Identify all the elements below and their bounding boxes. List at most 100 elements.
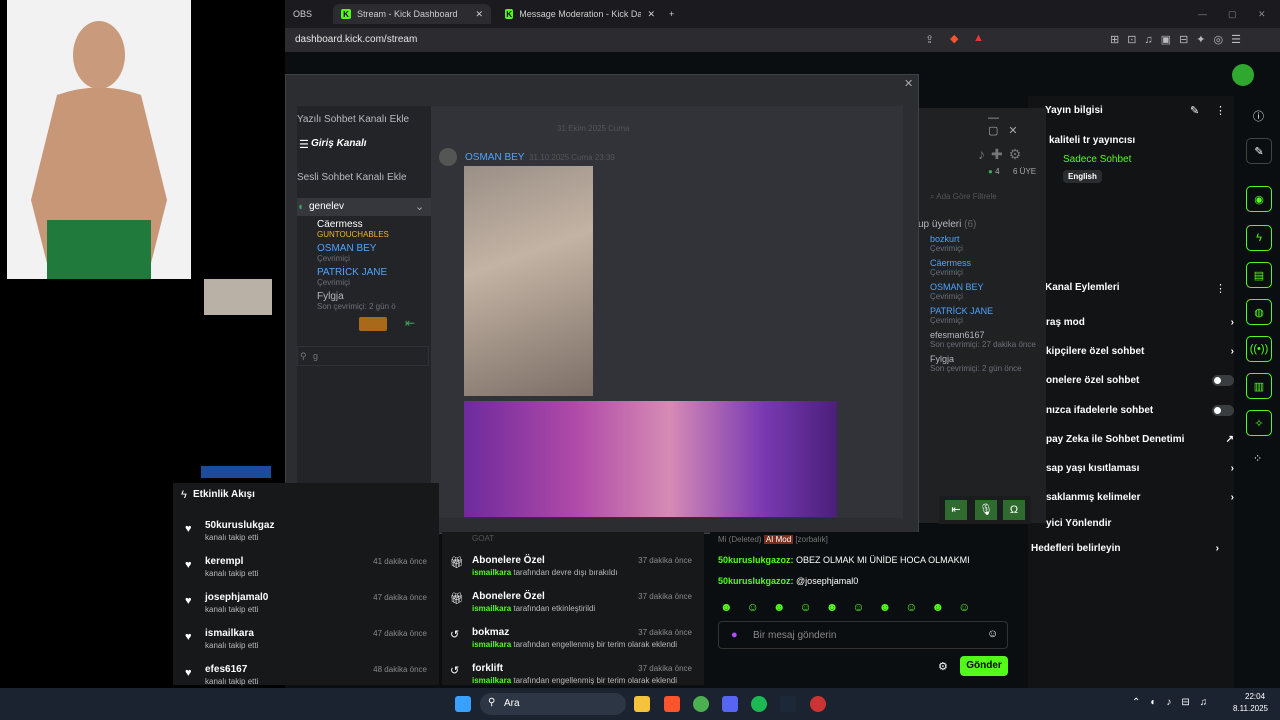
feed-item[interactable]: ♥ josephjamal0 kanalı takip etti 47 dakika … (173, 589, 439, 625)
wrench-icon[interactable]: ✧ (1246, 410, 1272, 436)
action-row[interactable]: saklanmış kelimeler › (1046, 487, 1234, 507)
toggle-switch[interactable] (1212, 404, 1234, 416)
bell-icon[interactable]: ♪✚⚙ (978, 146, 1027, 163)
clock-time[interactable]: 22:04 (1245, 692, 1265, 701)
system-tray-icons[interactable]: ⌃◐♪⊟♫ (1132, 697, 1217, 708)
emote-bar[interactable]: ☻☺☻☺☻☺☻☺☻☺ (720, 600, 984, 614)
send-button[interactable]: Gönder (960, 656, 1008, 676)
camera-icon[interactable]: ◉ (1246, 186, 1272, 212)
close-icon[interactable]: ✕ (647, 9, 655, 20)
settings-icon[interactable]: ⚙ (938, 660, 948, 673)
maximize-icon[interactable]: ▢ (1220, 4, 1245, 24)
edit-tool-icon[interactable]: ✎ (1246, 138, 1272, 164)
chat-input[interactable]: ● Bir mesaj gönderin ☺ (718, 621, 1008, 649)
chat-icon[interactable]: ◍ (1246, 299, 1272, 325)
action-label: kipçilere özel sohbet (1046, 345, 1145, 357)
toggle-switch[interactable] (1212, 374, 1234, 386)
url-text[interactable]: dashboard.kick.com/stream (295, 34, 417, 45)
brave-shield-icon[interactable]: ◆ (950, 32, 958, 45)
message-author[interactable]: OSMAN BEY (465, 152, 524, 163)
file-explorer-icon[interactable] (634, 696, 650, 712)
action-row[interactable]: nızca ifadelerle sohbet (1046, 400, 1234, 420)
tab-stream-dashboard[interactable]: K Stream - Kick Dashboard ✕ (333, 4, 491, 24)
moderation-item[interactable]: 🎁︎ Abonelere Özel ismailkara tarafından et… (442, 588, 704, 624)
action-row[interactable]: kipçilere özel sohbet › (1046, 341, 1234, 361)
avatar[interactable] (439, 148, 457, 166)
apps-icon[interactable]: ⁘ (1253, 452, 1262, 465)
group-member[interactable]: efesman6167 Son çevrimiçi: 27 dakika önce (930, 330, 1036, 349)
disconnect-icon[interactable]: ⇤ (945, 500, 967, 520)
lightning-icon[interactable]: ϟ (1246, 225, 1272, 251)
app-icon[interactable] (810, 696, 826, 712)
close-icon[interactable]: ✕ (904, 77, 913, 90)
voice-member[interactable]: Fylgja Son çevrimiçi: 2 gün ö (317, 291, 396, 311)
heart-icon: ♥ (185, 631, 192, 643)
group-member[interactable]: PATRİCK JANE Çevrimiçi (930, 306, 993, 325)
emoji-icon[interactable]: ☺ (987, 628, 998, 640)
message-image-2[interactable] (464, 401, 837, 517)
user-avatar[interactable] (1232, 64, 1254, 86)
entry-channel[interactable]: Giriş Kanalı (311, 138, 367, 149)
brave-rewards-icon[interactable]: ▲ (973, 32, 984, 44)
group-member[interactable]: Fylgja Son çevrimiçi: 2 gün önce (930, 354, 1022, 373)
discord-icon[interactable] (722, 696, 738, 712)
add-text-channel[interactable]: Yazılı Sohbet Kanalı Ekle (297, 114, 409, 125)
group-member[interactable]: Cäermess Çevrimiçi (930, 258, 971, 277)
search-input[interactable]: ⚲ g (297, 346, 429, 366)
filter-input[interactable]: ⌕ Ada Göre Filtrele (930, 192, 997, 202)
info-icon[interactable]: ⓘ (1253, 108, 1264, 124)
close-icon[interactable]: ✕ (475, 9, 483, 20)
tab-label: Stream - Kick Dashboard (357, 9, 458, 19)
action-row[interactable]: pay Zeka ile Sohbet Denetimi ↗ (1046, 429, 1234, 449)
microphone-icon[interactable]: 🎙︎ (975, 500, 997, 520)
steam-icon[interactable] (780, 696, 796, 712)
voice-channel[interactable]: ◖ genelev ⌄ (297, 198, 431, 216)
tab-obs[interactable]: OBS (285, 4, 320, 24)
windows-start-icon[interactable] (455, 696, 471, 712)
broadcast-icon[interactable]: ((•)) (1246, 336, 1272, 362)
document-icon[interactable]: ▤ (1246, 262, 1272, 288)
address-bar[interactable]: dashboard.kick.com/stream ⇪ ◆ ▲ ⊞⊡♫▣⊟✦◎☰ (285, 28, 1280, 52)
moderation-item[interactable]: ↺ bokmaz ismailkara tarafından engellenmiş… (442, 624, 704, 660)
action-row[interactable]: onelere özel sohbet (1046, 370, 1234, 390)
moderation-item[interactable]: 🎁︎ Abonelere Özel ismailkara tarafından de… (442, 552, 704, 588)
microphone-icon[interactable]: ● (731, 629, 738, 641)
add-voice-channel[interactable]: Sesli Sohbet Kanalı Ekle (297, 172, 407, 183)
group-member[interactable]: OSMAN BEY Çevrimiçi (930, 282, 984, 301)
action-row[interactable]: raş mod › (1046, 312, 1234, 332)
message-image-1[interactable] (464, 166, 593, 396)
spotify-icon[interactable] (751, 696, 767, 712)
close-window-icon[interactable]: ✕ (1250, 4, 1274, 24)
group-member[interactable]: bozkurt Çevrimiçi (930, 234, 963, 253)
taskbar-search[interactable]: ⚲ Ara (480, 693, 626, 715)
extensions-icons[interactable]: ⊞⊡♫▣⊟✦◎☰ (1110, 33, 1249, 46)
window-controls[interactable]: —▢✕ (988, 112, 1046, 137)
feed-item[interactable]: ♥ ismailkara kanalı takip etti 47 dakika ön… (173, 625, 439, 661)
chevron-right-icon: › (1230, 491, 1234, 503)
action-row[interactable]: yici Yönlendir (1046, 513, 1234, 533)
feed-item[interactable]: ♥ kerempl kanalı takip etti 41 dakika önce (173, 553, 439, 589)
more-icon[interactable]: ⋮ (1215, 282, 1226, 295)
edit-icon[interactable]: ✎ (1190, 104, 1199, 117)
minimize-icon[interactable]: — (1190, 4, 1215, 24)
share-icon[interactable]: ⇪ (925, 33, 934, 46)
brave-icon[interactable] (664, 696, 680, 712)
headphones-icon[interactable]: Ω (1003, 500, 1025, 520)
streamer-image (7, 0, 191, 279)
deafen-icon[interactable] (359, 317, 387, 331)
feed-item[interactable]: ♥ 50kuruslukgaz kanalı takip etti (173, 517, 439, 553)
voice-member[interactable]: PATRİCK JANE Çevrimiçi (317, 267, 387, 287)
layers-icon[interactable]: ▥ (1246, 373, 1272, 399)
leave-icon[interactable]: ⇤ (405, 316, 415, 330)
more-icon[interactable]: ⋮ (1215, 104, 1226, 117)
new-tab-button[interactable]: + (661, 4, 682, 24)
voice-member[interactable]: OSMAN BEY Çevrimiçi (317, 243, 376, 263)
feed-title: Etkinlik Akışı (193, 489, 255, 500)
clock-date[interactable]: 8.11.2025 (1233, 704, 1268, 713)
action-row[interactable]: Hedefleri belirleyin › (1031, 538, 1219, 558)
tab-message-moderation[interactable]: K Message Moderation - Kick Dashboa ✕ (497, 4, 663, 24)
chrome-icon[interactable] (693, 696, 709, 712)
action-label: raş mod (1046, 316, 1085, 328)
voice-member[interactable]: Cäermess GUNTOUCHABLES (317, 219, 389, 239)
action-row[interactable]: sap yaşı kısıtlaması › (1046, 458, 1234, 478)
